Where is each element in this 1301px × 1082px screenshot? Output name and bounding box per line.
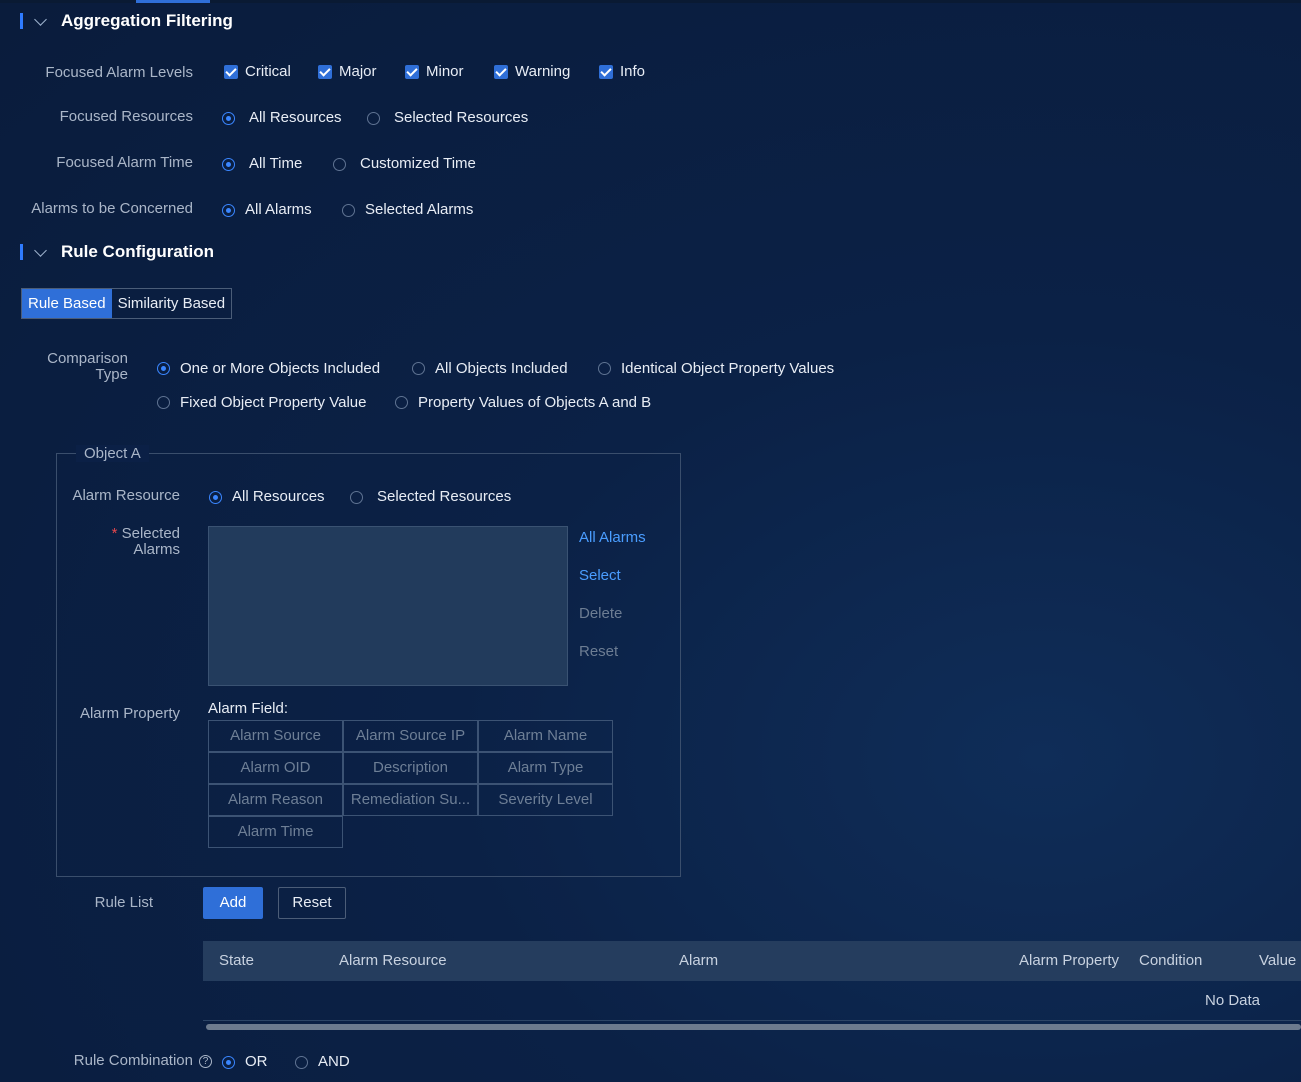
alarm-resource-label: Alarm Resource bbox=[72, 487, 180, 504]
field-cell[interactable]: Alarm Name bbox=[478, 720, 613, 752]
column-header: Alarm Resource bbox=[339, 952, 447, 969]
radio-label: All Objects Included bbox=[435, 360, 568, 377]
field-cell[interactable]: Alarm Time bbox=[208, 816, 343, 848]
section-title-rule-config: Rule Configuration bbox=[61, 242, 214, 261]
field-cell[interactable]: Severity Level bbox=[478, 784, 613, 816]
radio-label: Customized Time bbox=[360, 155, 476, 172]
radio-or[interactable] bbox=[222, 1056, 235, 1069]
alarm-property-label: Alarm Property bbox=[79, 705, 180, 722]
comparison-type-label: Comparison Type bbox=[47, 351, 128, 383]
radio-all-alarms[interactable] bbox=[222, 204, 235, 217]
tab-similarity-based[interactable]: Similarity Based bbox=[112, 289, 232, 318]
field-cell[interactable]: Alarm Type bbox=[478, 752, 613, 784]
focused-alarm-time-label: Focused Alarm Time bbox=[56, 154, 193, 171]
mode-switch: Rule Based Similarity Based bbox=[21, 288, 233, 319]
section-marker bbox=[20, 244, 23, 260]
radio-obj-selected-resources[interactable] bbox=[350, 491, 363, 504]
radio-label: Selected Resources bbox=[377, 488, 512, 505]
radio-label: Selected Resources bbox=[394, 109, 529, 126]
reset-link[interactable]: Reset bbox=[579, 643, 618, 660]
rule-combination-label: Rule Combination bbox=[73, 1052, 193, 1069]
column-header: State bbox=[219, 952, 255, 969]
radio-identical-values[interactable] bbox=[598, 362, 611, 375]
column-header: Condition bbox=[1139, 952, 1203, 969]
radio-label: Identical Object Property Values bbox=[621, 360, 835, 377]
radio-label: All Time bbox=[249, 155, 303, 172]
delete-link[interactable]: Delete bbox=[579, 605, 622, 622]
field-cell[interactable]: Description bbox=[343, 752, 478, 784]
radio-label: Selected Alarms bbox=[365, 201, 474, 218]
table-divider bbox=[203, 1020, 1301, 1021]
radio-label: Property Values of Objects A and B bbox=[418, 394, 652, 411]
section-title-aggregation: Aggregation Filtering bbox=[61, 11, 233, 30]
checkbox-critical[interactable] bbox=[224, 65, 238, 79]
column-header: Alarm Property bbox=[1019, 952, 1120, 969]
all-alarms-link[interactable]: All Alarms bbox=[579, 529, 646, 546]
empty-state: No Data bbox=[1205, 992, 1261, 1009]
radio-one-or-more[interactable] bbox=[157, 362, 170, 375]
radio-selected-alarms[interactable] bbox=[342, 204, 355, 217]
radio-label: AND bbox=[318, 1053, 350, 1070]
checkbox-info[interactable] bbox=[599, 65, 613, 79]
tab-rule-based[interactable]: Rule Based bbox=[22, 289, 112, 318]
label-line: Selected bbox=[121, 525, 180, 542]
radio-and[interactable] bbox=[295, 1056, 308, 1069]
top-divider bbox=[0, 0, 1301, 3]
checkbox-label: Info bbox=[620, 63, 646, 80]
checkbox-label: Minor bbox=[426, 63, 464, 80]
alarm-field-label: Alarm Field: bbox=[208, 700, 289, 717]
field-cell[interactable]: Alarm Reason bbox=[208, 784, 343, 816]
checkbox-warning[interactable] bbox=[494, 65, 508, 79]
radio-selected-resources[interactable] bbox=[367, 112, 380, 125]
add-button[interactable]: Add bbox=[203, 887, 263, 919]
radio-all-resources[interactable] bbox=[222, 112, 235, 125]
radio-label: All Resources bbox=[249, 109, 342, 126]
column-header: Value bbox=[1259, 952, 1297, 969]
label-line: Type bbox=[95, 366, 128, 383]
radio-customized-time[interactable] bbox=[333, 158, 346, 171]
selected-alarms-label: * Selected Alarms bbox=[112, 526, 180, 558]
select-link[interactable]: Select bbox=[579, 567, 621, 584]
reset-button[interactable]: Reset bbox=[278, 887, 346, 919]
radio-label: All Alarms bbox=[245, 201, 312, 218]
radio-label: All Resources bbox=[232, 488, 325, 505]
rule-table-header: State Alarm Resource Alarm Alarm Propert… bbox=[203, 941, 1301, 981]
radio-obj-all-resources[interactable] bbox=[209, 491, 222, 504]
rule-list-label: Rule List bbox=[94, 894, 153, 911]
radio-label: OR bbox=[245, 1053, 268, 1070]
checkbox-label: Warning bbox=[515, 63, 571, 80]
help-icon[interactable]: ? bbox=[199, 1055, 212, 1068]
selected-alarms-box[interactable] bbox=[208, 526, 568, 686]
label-line: Alarms bbox=[133, 541, 180, 558]
radio-all-objects[interactable] bbox=[412, 362, 425, 375]
focused-resources-label: Focused Resources bbox=[59, 108, 193, 125]
column-header: Alarm bbox=[679, 952, 719, 969]
field-cell[interactable]: Alarm Source IP bbox=[343, 720, 478, 752]
label-line: Comparison bbox=[47, 350, 128, 367]
radio-label: Fixed Object Property Value bbox=[180, 394, 367, 411]
active-tab-indicator bbox=[136, 0, 210, 3]
radio-fixed-value[interactable] bbox=[157, 396, 170, 409]
required-mark: * bbox=[111, 525, 118, 542]
alarms-concerned-label: Alarms to be Concerned bbox=[31, 200, 193, 217]
checkbox-major[interactable] bbox=[318, 65, 332, 79]
focused-alarm-levels-label: Focused Alarm Levels bbox=[45, 64, 193, 81]
field-cell[interactable]: Alarm OID bbox=[208, 752, 343, 784]
field-cell[interactable]: Remediation Su... bbox=[343, 784, 478, 816]
object-a-legend: Object A bbox=[76, 445, 149, 462]
checkbox-label: Major bbox=[339, 63, 377, 80]
chevron-down-icon[interactable] bbox=[34, 13, 47, 26]
checkbox-minor[interactable] bbox=[405, 65, 419, 79]
horizontal-scrollbar[interactable] bbox=[206, 1024, 1301, 1030]
radio-label: One or More Objects Included bbox=[180, 360, 381, 377]
field-cell[interactable]: Alarm Source bbox=[208, 720, 343, 752]
checkbox-label: Critical bbox=[245, 63, 291, 80]
section-marker bbox=[20, 13, 23, 29]
radio-values-a-b[interactable] bbox=[395, 396, 408, 409]
chevron-down-icon[interactable] bbox=[34, 244, 47, 257]
radio-all-time[interactable] bbox=[222, 158, 235, 171]
